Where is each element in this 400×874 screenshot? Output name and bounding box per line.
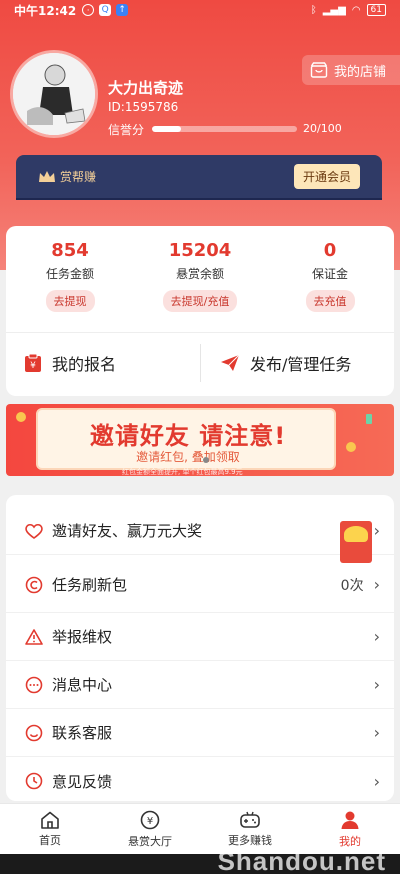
app-notification-icon: Q [99, 4, 112, 16]
yen-coin-icon: ¥ [140, 810, 160, 829]
publish-task-button[interactable]: 发布/管理任务 [220, 344, 351, 382]
tab-label: 悬赏大厅 [128, 834, 172, 848]
avatar[interactable] [10, 50, 98, 138]
gamepad-icon [240, 811, 260, 828]
crown-icon [39, 170, 55, 182]
task-amount-value: 854 [51, 240, 89, 261]
invite-banner[interactable]: 邀请好友 请注意! 邀请红包, 叠加领取 红包金额全面提升, 单个红包最高9.9… [6, 404, 394, 476]
confetti-decoration [366, 414, 372, 424]
reward-balance-value: 15204 [168, 240, 232, 261]
banner-panel: 邀请好友 请注意! 邀请红包, 叠加领取 [36, 408, 336, 470]
divider [200, 344, 201, 382]
menu-list: 邀请好友、赢万元大奖 › 任务刷新包 0次 › 举报维权 › 消息中心 › 联系… [6, 495, 394, 801]
status-bar: 中午12:42 · Q ↑ ᛒ ▂▄▆ ◠ 61 [0, 0, 400, 20]
bluetooth-icon: ᛒ [310, 4, 317, 16]
credit-score-bar [152, 126, 297, 132]
menu-item-messages[interactable]: 消息中心 › [6, 661, 394, 709]
carousel-indicator[interactable] [203, 457, 209, 463]
open-membership-button[interactable]: 开通会员 [293, 164, 360, 189]
menu-item-feedback[interactable]: 意见反馈 › [6, 757, 394, 801]
upload-notification-icon: ↑ [116, 4, 129, 16]
withdraw-recharge-button[interactable]: 去提现/充值 [162, 290, 238, 312]
my-shop-label: 我的店铺 [334, 64, 387, 80]
tab-home[interactable]: 首页 [0, 804, 100, 854]
my-shop-button[interactable]: 我的店铺 [302, 55, 400, 85]
menu-item-invite[interactable]: 邀请好友、赢万元大奖 › [6, 507, 394, 563]
divider [6, 332, 394, 333]
menu-item-customer-service[interactable]: 联系客服 › [6, 709, 394, 757]
service-icon [24, 723, 44, 743]
menu-label: 任务刷新包 [52, 576, 128, 594]
banner-subtitle: 邀请红包, 叠加领取 [136, 450, 240, 464]
balance-card: 854 任务金额 去提现 15204 悬赏余额 去提现/充值 0 保证金 去充值… [6, 226, 394, 396]
reward-balance-stat: 15204 悬赏余额 去提现/充值 [140, 240, 260, 312]
menu-label: 举报维权 [52, 628, 113, 646]
battery-indicator: 61 [366, 4, 386, 16]
my-signup-button[interactable]: ¥ 我的报名 [24, 344, 116, 382]
refresh-coin-icon [24, 575, 44, 595]
chevron-right-icon: › [373, 627, 380, 646]
tab-reward-hall[interactable]: ¥ 悬赏大厅 [100, 804, 200, 854]
coin-decoration [16, 412, 26, 422]
deposit-value: 0 [323, 240, 337, 261]
menu-label: 消息中心 [52, 676, 113, 694]
chevron-right-icon: › [373, 521, 380, 540]
tab-label: 首页 [39, 833, 61, 847]
credit-score-fill [152, 126, 181, 132]
menu-label: 邀请好友、赢万元大奖 [52, 522, 203, 540]
clipboard-icon: ¥ [25, 353, 41, 372]
banner-tip: 红包金额全面提升, 单个红包最高9.9元 [122, 468, 243, 476]
watermark: Shandou.net [217, 846, 386, 874]
person-icon [341, 811, 359, 829]
credit-score-label: 信誉分 [108, 123, 145, 137]
vip-title: 赏帮赚 [60, 170, 97, 184]
deposit-stat: 0 保证金 去充值 [270, 240, 390, 312]
home-icon [41, 811, 59, 829]
vip-membership-bar: 赏帮赚 开通会员 [16, 155, 382, 198]
wifi-icon: ◠ [351, 4, 361, 16]
menu-label: 意见反馈 [52, 772, 113, 791]
banner-headline: 邀请好友 请注意! [89, 422, 287, 450]
publish-task-label: 发布/管理任务 [250, 355, 352, 374]
menu-item-refresh-pack[interactable]: 任务刷新包 0次 › [6, 557, 394, 613]
chevron-right-icon: › [373, 723, 380, 742]
menu-item-report[interactable]: 举报维权 › [6, 613, 394, 661]
message-icon [24, 675, 44, 695]
coin-decoration [346, 442, 356, 452]
chevron-right-icon: › [373, 575, 380, 594]
menu-label: 联系客服 [52, 724, 113, 742]
status-time: 中午12:42 [14, 3, 77, 18]
task-amount-label: 任务金额 [45, 267, 94, 281]
warning-icon [24, 627, 44, 647]
task-amount-stat: 854 任务金额 去提现 [10, 240, 130, 312]
alarm-icon: · [82, 4, 95, 16]
withdraw-button[interactable]: 去提现 [45, 290, 95, 312]
refresh-count: 0次 [340, 577, 364, 594]
user-id: ID:1595786 [108, 100, 179, 114]
signal-icon: ▂▄▆ [322, 4, 346, 16]
reward-balance-label: 悬赏余额 [175, 267, 224, 281]
chevron-right-icon: › [373, 771, 380, 791]
credit-score-value: 20/100 [303, 122, 342, 135]
shop-icon [310, 62, 328, 78]
heart-icon [24, 521, 44, 541]
clock-icon [24, 771, 44, 791]
svg-text:¥: ¥ [30, 361, 36, 371]
chevron-right-icon: › [373, 675, 380, 694]
paper-plane-icon [221, 354, 240, 371]
recharge-button[interactable]: 去充值 [305, 290, 355, 312]
deposit-label: 保证金 [311, 267, 348, 281]
username: 大力出奇迹 [108, 79, 184, 97]
svg-text:¥: ¥ [147, 816, 153, 827]
my-signup-label: 我的报名 [52, 355, 117, 374]
